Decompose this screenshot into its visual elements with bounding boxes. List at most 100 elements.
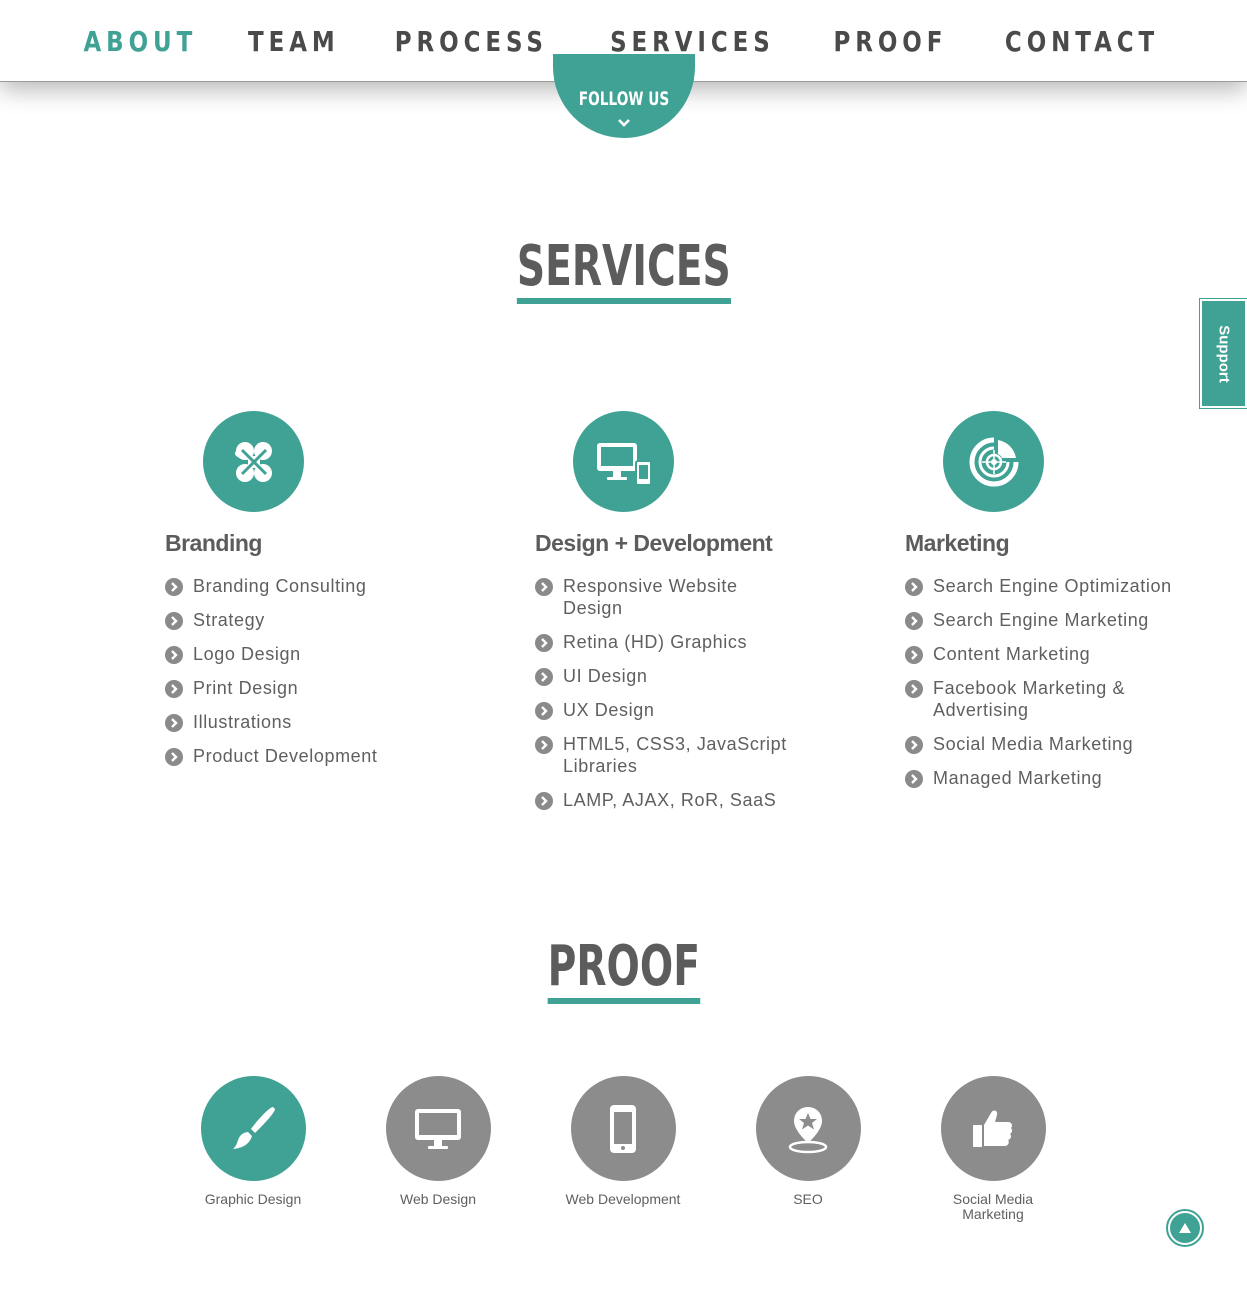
list-item-label: UX Design [563, 700, 655, 720]
service-heading: Branding [165, 530, 262, 556]
nav-item-contact[interactable]: CONTACT [1005, 24, 1159, 60]
chevron-right-circle-icon [535, 578, 553, 596]
list-item-label: UI Design [563, 666, 648, 686]
follow-us-label: FOLLOW US [578, 88, 670, 110]
chevron-right-circle-icon [905, 680, 923, 698]
list-item: HTML5, CSS3, JavaScript Libraries [535, 733, 795, 777]
list-item-label: Product Development [193, 746, 378, 766]
list-item-label: Branding Consulting [193, 576, 367, 596]
arrow-up-icon [1179, 1223, 1191, 1233]
list-item-label: Managed Marketing [933, 768, 1103, 788]
support-tab[interactable]: Support [1199, 298, 1247, 409]
list-item: Illustrations [165, 711, 378, 733]
follow-us-button[interactable]: FOLLOW US [553, 54, 695, 138]
chevron-down-icon [618, 119, 630, 127]
list-item: Retina (HD) Graphics [535, 631, 795, 653]
thumbs-up-icon [973, 1110, 1013, 1147]
list-item: UX Design [535, 699, 795, 721]
list-item: Facebook Marketing & Advertising [905, 677, 1175, 721]
proof-icon-circle[interactable] [570, 1076, 676, 1181]
service-icon-circle [203, 411, 304, 512]
list-item-label: Search Engine Optimization [933, 576, 1172, 596]
chevron-right-circle-icon [165, 578, 183, 596]
service-list: Search Engine Optimization Search Engine… [905, 575, 1175, 801]
proof-item-label: Social Media Marketing [952, 1191, 1034, 1222]
list-item-label: Strategy [193, 610, 265, 630]
chevron-right-circle-icon [905, 770, 923, 788]
map-pin-star-icon [788, 1106, 828, 1153]
services-section-header: SERVICES [0, 238, 1247, 304]
service-icon-circle [943, 411, 1044, 512]
proof-icon-circle[interactable] [385, 1076, 491, 1181]
list-item-label: Search Engine Marketing [933, 610, 1149, 630]
proof-item-seo[interactable]: SEO [728, 1076, 888, 1207]
list-item: Product Development [165, 745, 378, 767]
clover-icon [234, 441, 272, 482]
proof-icon-circle[interactable] [755, 1076, 861, 1181]
smartphone-icon [610, 1104, 636, 1153]
list-item-label: Social Media Marketing [933, 734, 1134, 754]
list-item: Print Design [165, 677, 378, 699]
service-icon-circle [573, 411, 674, 512]
nav-item-proof[interactable]: PROOF [833, 24, 947, 60]
nav-item-about[interactable]: ABOUT [84, 24, 198, 60]
proof-item-label: SEO [793, 1191, 823, 1207]
chevron-right-circle-icon [905, 578, 923, 596]
list-item: Strategy [165, 609, 378, 631]
devices-icon [596, 442, 652, 486]
list-item: Social Media Marketing [905, 733, 1175, 755]
proof-item-social-media-marketing[interactable]: Social Media Marketing [913, 1076, 1073, 1222]
proof-item-web-development[interactable]: Web Development [543, 1076, 703, 1207]
service-heading: Marketing [905, 530, 1010, 556]
list-item-label: HTML5, CSS3, JavaScript Libraries [563, 734, 787, 776]
list-item-label: Content Marketing [933, 644, 1091, 664]
chevron-right-circle-icon [165, 612, 183, 630]
chevron-right-circle-icon [535, 736, 553, 754]
proof-item-label: Web Development [565, 1191, 681, 1207]
proof-section-header: PROOF [0, 938, 1247, 1004]
target-icon [969, 437, 1018, 486]
list-item: UI Design [535, 665, 795, 687]
paintbrush-icon [233, 1106, 275, 1149]
list-item: Search Engine Marketing [905, 609, 1175, 631]
back-to-top-inner [1170, 1213, 1200, 1243]
chevron-right-circle-icon [165, 646, 183, 664]
nav-item-team[interactable]: TEAM [248, 24, 340, 60]
service-heading: Design + Development [535, 530, 773, 556]
proof-item-label: Graphic Design [204, 1191, 302, 1207]
list-item-label: Retina (HD) Graphics [563, 632, 748, 652]
proof-icon-circle[interactable] [940, 1076, 1046, 1181]
monitor-icon [415, 1108, 461, 1149]
proof-item-web-design[interactable]: Web Design [358, 1076, 518, 1207]
service-list: Branding Consulting Strategy Logo Design… [165, 575, 378, 779]
chevron-right-circle-icon [535, 668, 553, 686]
proof-item-graphic-design[interactable]: Graphic Design [173, 1076, 333, 1207]
chevron-right-circle-icon [905, 612, 923, 630]
list-item-label: Print Design [193, 678, 299, 698]
list-item: Managed Marketing [905, 767, 1175, 789]
proof-icon-circle[interactable] [200, 1076, 306, 1181]
chevron-right-circle-icon [905, 736, 923, 754]
list-item-label: Logo Design [193, 644, 301, 664]
list-item: Search Engine Optimization [905, 575, 1175, 597]
list-item: Responsive Website Design [535, 575, 795, 619]
list-item: Branding Consulting [165, 575, 378, 597]
back-to-top-button[interactable] [1166, 1209, 1204, 1247]
chevron-right-circle-icon [535, 702, 553, 720]
list-item-label: Facebook Marketing & Advertising [933, 678, 1126, 720]
list-item: Logo Design [165, 643, 378, 665]
list-item-label: Responsive Website Design [563, 576, 738, 618]
support-label: Support [1215, 324, 1232, 383]
proof-title: PROOF [547, 938, 700, 1004]
services-title: SERVICES [516, 238, 731, 304]
proof-item-label: Web Design [399, 1191, 476, 1207]
list-item-label: Illustrations [193, 712, 292, 732]
list-item: LAMP, AJAX, RoR, SaaS [535, 789, 795, 811]
chevron-right-circle-icon [165, 714, 183, 732]
chevron-right-circle-icon [535, 792, 553, 810]
chevron-right-circle-icon [535, 634, 553, 652]
list-item: Content Marketing [905, 643, 1175, 665]
chevron-right-circle-icon [905, 646, 923, 664]
list-item-label: LAMP, AJAX, RoR, SaaS [563, 790, 777, 810]
nav-item-process[interactable]: PROCESS [394, 24, 547, 60]
